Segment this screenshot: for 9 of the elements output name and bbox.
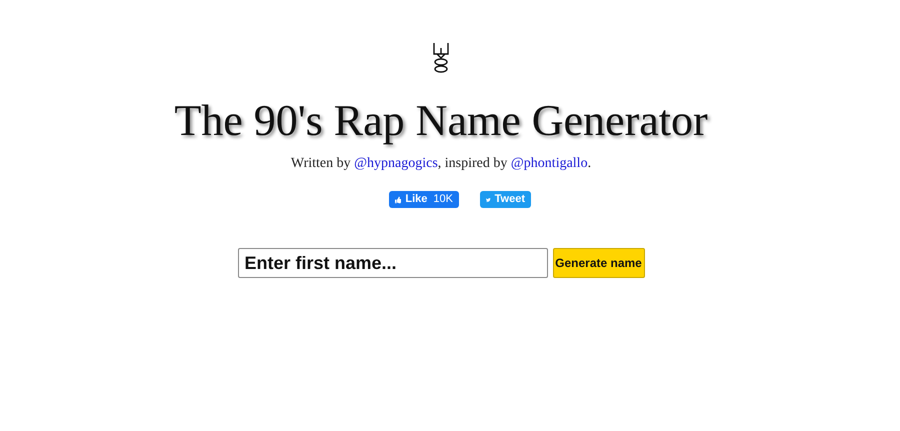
page-title: The 90's Rap Name Generator	[174, 95, 708, 147]
name-input[interactable]: Enter first name...	[238, 248, 548, 278]
byline: Written by @hypnagogics, inspired by @phontigallo.	[290, 155, 592, 173]
inspiration-link[interactable]: @phontigallo	[510, 156, 588, 171]
like-button[interactable]: Like 10K	[389, 191, 459, 208]
thumbs-up-icon	[395, 194, 402, 204]
author-link[interactable]: @hypnagogics	[354, 156, 438, 171]
logo-icon	[432, 42, 450, 73]
generate-button[interactable]: Generate name	[552, 248, 644, 278]
